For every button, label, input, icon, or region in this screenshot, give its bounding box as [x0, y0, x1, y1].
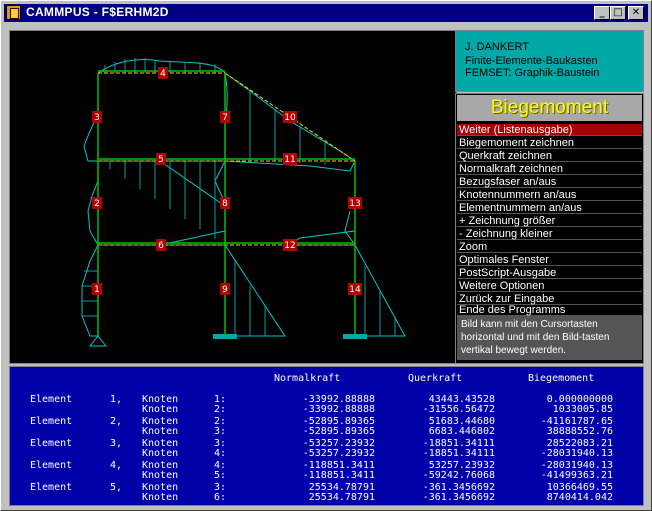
- element-label-3: 3: [94, 113, 100, 123]
- element-number: 4,: [110, 460, 123, 471]
- element-number: 1,: [110, 394, 123, 405]
- node-number: 6:: [214, 492, 227, 503]
- biegemoment-value: 38888552.76: [546, 426, 613, 437]
- element-label-5: 5: [158, 155, 164, 165]
- menu-item-postscript[interactable]: PostScript-Ausgabe: [457, 267, 642, 279]
- element-label: Element: [30, 438, 73, 449]
- support-symbols: [88, 334, 367, 347]
- menu-item-knotennummern[interactable]: Knotennummern an/aus: [457, 189, 642, 201]
- menu-item-more-options[interactable]: Weitere Optionen: [457, 280, 642, 292]
- element-label-12: 12: [284, 241, 295, 251]
- biegemoment-value: -41499363.21: [540, 470, 613, 481]
- normalkraft-value: -53257.23932: [302, 448, 375, 459]
- querkraft-value: -59242.76068: [422, 470, 495, 481]
- element-label-14: 14: [349, 285, 361, 295]
- element-label-9: 9: [222, 285, 228, 295]
- biegemoment-value: 1033005.85: [552, 404, 613, 415]
- element-label-10: 10: [284, 113, 296, 123]
- menu-item-normalkraft[interactable]: Normalkraft zeichnen: [457, 163, 642, 175]
- info-panel: J. DANKERT Finite-Elemente-Baukasten FEM…: [455, 30, 644, 92]
- menu-item-zoom-in[interactable]: + Zeichnung größer: [457, 215, 642, 227]
- element-label: Element: [30, 482, 73, 493]
- element-label: Element: [30, 416, 73, 427]
- element-label-7: 7: [222, 113, 228, 123]
- element-number: 2,: [110, 416, 123, 427]
- normalkraft-value: -52895.89365: [302, 426, 375, 437]
- knoten-label: Knoten: [142, 492, 179, 503]
- querkraft-value: -18851.34111: [422, 448, 495, 459]
- element-label-8: 8: [222, 199, 228, 209]
- maximize-button[interactable]: □: [610, 6, 626, 20]
- bending-moment-diagram: 1 2 3 4 5 6 7 8 9 10 11 12 13 14: [81, 58, 406, 347]
- element-label-1: 1: [94, 285, 100, 295]
- element-number: 3,: [110, 438, 123, 449]
- menu-item-querkraft[interactable]: Querkraft zeichnen: [457, 150, 642, 162]
- menu-item-optimal-window[interactable]: Optimales Fenster: [457, 254, 642, 266]
- results-table: Normalkraft Querkraft Biegemoment Elemen…: [9, 366, 644, 506]
- module-label: FEMSET: Graphik-Baustein: [465, 67, 600, 79]
- close-button[interactable]: ✕: [628, 6, 644, 20]
- element-label: Element: [30, 460, 73, 471]
- normalkraft-value: -33992.88888: [302, 404, 375, 415]
- normalkraft-value: -118851.3411: [302, 470, 375, 481]
- querkraft-value: 6683.446802: [428, 426, 495, 437]
- package-label: Finite-Elemente-Baukasten: [465, 55, 598, 67]
- client-area: 1 2 3 4 5 6 7 8 9 10 11 12 13 14 J. DANK…: [4, 25, 648, 507]
- element-label-6: 6: [158, 241, 164, 251]
- node-number: 4:: [214, 448, 227, 459]
- element-label-13: 13: [349, 199, 360, 209]
- element-label-11: 11: [284, 155, 295, 165]
- element-label-4: 4: [160, 69, 166, 79]
- menu-item-zoom[interactable]: Zoom: [457, 241, 642, 253]
- element-label: Element: [30, 394, 73, 405]
- menu-item-bezugsfaser[interactable]: Bezugsfaser an/aus: [457, 176, 642, 188]
- author-label: J. DANKERT: [465, 41, 529, 53]
- header-biegemoment: Biegemoment: [528, 373, 595, 384]
- application-window: CAMMPUS - F$ERHM2D _ □ ✕ 1 2 3 4 5 6 7 8…: [0, 0, 652, 511]
- menu-item-weiter[interactable]: Weiter (Listenausgabe): [457, 124, 642, 136]
- title-bar[interactable]: CAMMPUS - F$ERHM2D _ □ ✕: [4, 4, 648, 22]
- knoten-label: Knoten: [142, 404, 179, 415]
- menu-title: Biegemoment: [457, 95, 642, 121]
- element-number: 5,: [110, 482, 123, 493]
- knoten-label: Knoten: [142, 448, 179, 459]
- knoten-label: Knoten: [142, 426, 179, 437]
- menu-item-zoom-out[interactable]: - Zeichnung kleiner: [457, 228, 642, 240]
- menu-item-biegemoment[interactable]: Biegemoment zeichnen: [457, 137, 642, 149]
- frame-graphic[interactable]: 1 2 3 4 5 6 7 8 9 10 11 12 13 14: [9, 30, 457, 364]
- menu-item-exit[interactable]: Ende des Programms: [457, 304, 642, 316]
- node-number: 3:: [214, 426, 227, 437]
- menu-panel: Biegemoment Weiter (Listenausgabe) Biege…: [455, 93, 644, 364]
- biegemoment-value: -28031940.13: [540, 448, 613, 459]
- help-text: Bild kann mit den Cursortasten horizonta…: [457, 316, 642, 360]
- header-querkraft: Querkraft: [408, 373, 463, 384]
- normalkraft-value: 25534.78791: [308, 492, 375, 503]
- querkraft-value: -361.3456692: [422, 492, 495, 503]
- node-number: 5:: [214, 470, 227, 481]
- menu-item-elementnummern[interactable]: Elementnummern an/aus: [457, 202, 642, 214]
- window-title: CAMMPUS - F$ERHM2D: [26, 5, 169, 19]
- querkraft-value: -31556.56472: [422, 404, 495, 415]
- minimize-button[interactable]: _: [594, 6, 610, 20]
- element-label-2: 2: [94, 199, 100, 209]
- knoten-label: Knoten: [142, 470, 179, 481]
- app-icon[interactable]: [6, 5, 21, 20]
- node-number: 2:: [214, 404, 227, 415]
- biegemoment-value: 8740414.042: [546, 492, 613, 503]
- header-normalkraft: Normalkraft: [274, 373, 341, 384]
